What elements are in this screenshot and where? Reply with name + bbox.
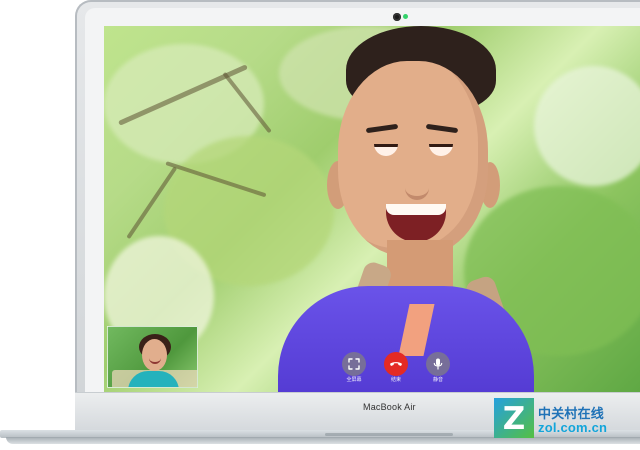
self-view-thumbnail[interactable] — [107, 326, 198, 388]
microphone-icon — [433, 358, 443, 370]
mute-button[interactable] — [426, 352, 450, 376]
self-view-face — [142, 339, 167, 371]
fullscreen-icon — [348, 358, 360, 370]
watermark-domain-text: zol.com.cn — [538, 420, 608, 435]
hinge-groove — [325, 433, 453, 436]
zol-logo-mark: Z — [503, 401, 525, 437]
fullscreen-label: 全屏幕 — [346, 377, 362, 383]
caller-nose — [405, 164, 429, 200]
device-brand-label: MacBook Air — [363, 402, 416, 412]
mute-label: 静音 — [432, 377, 443, 383]
camera-status-light — [403, 14, 408, 19]
fullscreen-button[interactable] — [342, 352, 366, 376]
end-call-button[interactable] — [384, 352, 408, 376]
zol-logo-icon: Z — [494, 398, 534, 438]
background-foliage — [534, 66, 640, 186]
facetime-video-screen: 全屏幕 结束 静音 — [104, 26, 640, 392]
camera-icon — [393, 13, 401, 21]
phone-hangup-icon — [390, 362, 402, 366]
call-controls: 全屏幕 结束 静音 — [336, 352, 450, 388]
zol-watermark: Z 中关村在线 zol.com.cn — [494, 398, 636, 440]
end-call-label: 结束 — [390, 377, 401, 383]
svg-text:Z: Z — [503, 401, 525, 437]
caller-video — [254, 26, 534, 392]
product-screenshot: 全屏幕 结束 静音 MacBook Air Z 中关村在线 zol.com.cn — [0, 0, 640, 450]
caller-teeth — [386, 204, 446, 215]
